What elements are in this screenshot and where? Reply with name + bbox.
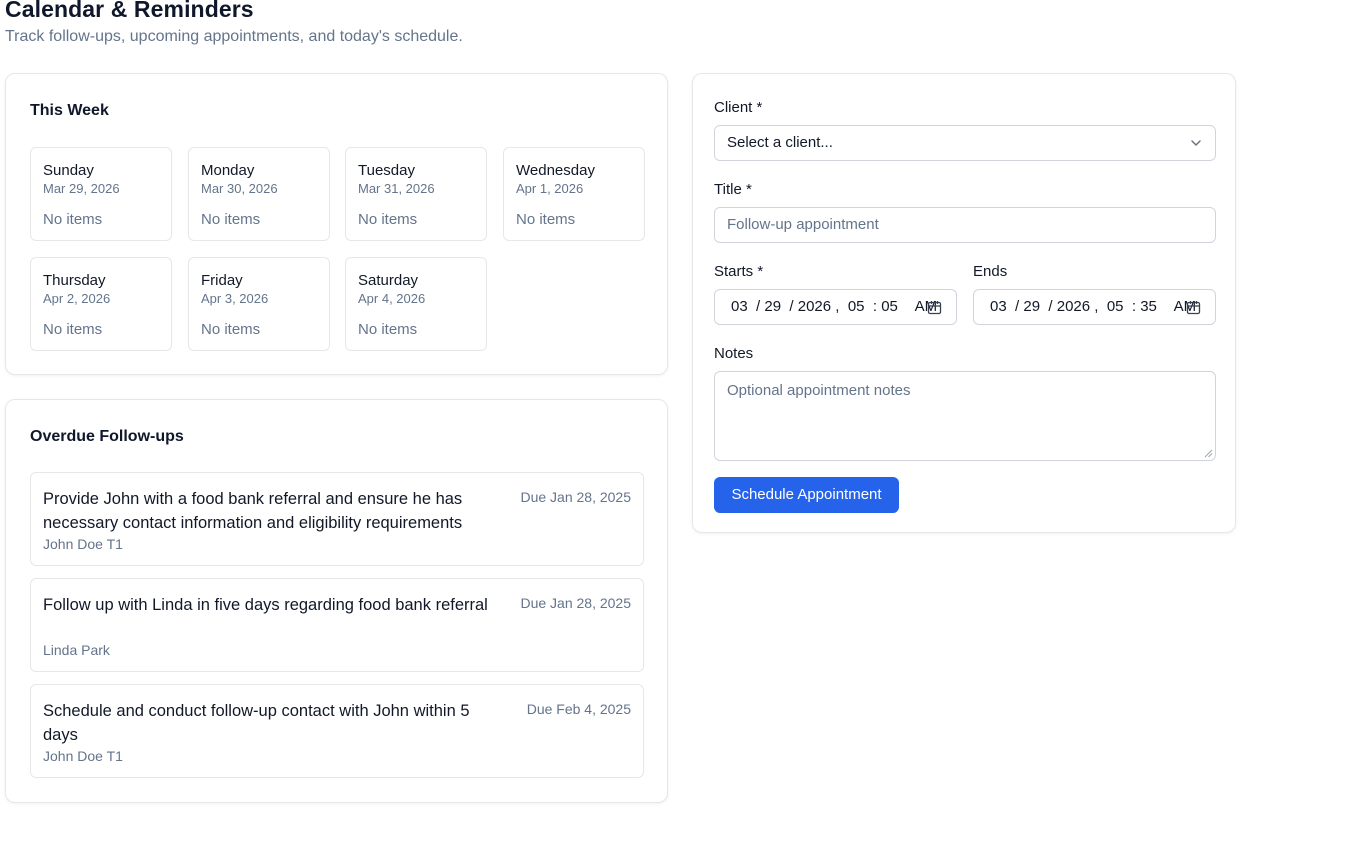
day-name: Wednesday (516, 162, 595, 179)
day-cell-monday[interactable]: Monday Mar 30, 2026 No items (188, 147, 330, 241)
this-week-title: This Week (30, 102, 109, 119)
page-title: Calendar & Reminders (5, 0, 254, 22)
appointment-form-card: Client * Select a client... Title * Foll… (692, 73, 1236, 533)
day-name: Saturday (358, 272, 419, 289)
starts-datetime-input[interactable]: 03 / 29 / 2026 , 05 : 05 AM (714, 289, 957, 325)
day-empty-text: No items (516, 211, 576, 228)
day-empty-text: No items (43, 211, 103, 228)
followup-item[interactable]: Schedule and conduct follow-up contact w… (30, 684, 644, 778)
followup-due-date: Due Jan 28, 2025 (520, 489, 631, 505)
starts-month: 03 (731, 298, 748, 315)
notes-placeholder: Optional appointment notes (727, 382, 911, 399)
day-cell-friday[interactable]: Friday Apr 3, 2026 No items (188, 257, 330, 351)
client-select[interactable]: Select a client... (714, 125, 1216, 161)
title-placeholder: Follow-up appointment (727, 216, 879, 233)
day-empty-text: No items (201, 321, 261, 338)
starts-year: 2026 (797, 298, 832, 315)
followup-item[interactable]: Follow up with Linda in five days regard… (30, 578, 644, 672)
page-subtitle: Track follow-ups, upcoming appointments,… (5, 28, 463, 45)
day-date: Mar 31, 2026 (358, 181, 435, 196)
starts-label: Starts * (714, 263, 764, 280)
page-header: Calendar & Reminders Track follow-ups, u… (5, 0, 463, 47)
starts-hour: 05 (847, 298, 865, 315)
schedule-appointment-button[interactable]: Schedule Appointment (714, 477, 899, 513)
followup-title: Provide John with a food bank referral a… (43, 490, 463, 532)
day-cell-saturday[interactable]: Saturday Apr 4, 2026 No items (345, 257, 487, 351)
followup-title: Schedule and conduct follow-up contact w… (43, 702, 470, 744)
client-label: Client * (714, 99, 763, 116)
followup-item[interactable]: Provide John with a food bank referral a… (30, 472, 644, 566)
ends-hour: 05 (1106, 298, 1124, 315)
followup-client: John Doe T1 (43, 748, 123, 764)
client-select-value: Select a client... (727, 134, 833, 151)
day-date: Apr 4, 2026 (358, 291, 426, 306)
overdue-title: Overdue Follow-ups (30, 428, 184, 445)
day-date: Apr 2, 2026 (43, 291, 111, 306)
starts-day: 29 (764, 298, 782, 315)
calendar-icon[interactable] (1186, 300, 1201, 315)
day-cell-wednesday[interactable]: Wednesday Apr 1, 2026 No items (503, 147, 645, 241)
followup-title: Follow up with Linda in five days regard… (43, 596, 488, 614)
day-name: Tuesday (358, 162, 415, 179)
ends-year: 2026 (1056, 298, 1091, 315)
followup-due-date: Due Feb 4, 2025 (526, 701, 631, 717)
ends-label: Ends (973, 263, 1008, 280)
day-empty-text: No items (358, 211, 418, 228)
followup-due-date: Due Jan 28, 2025 (520, 595, 631, 611)
day-date: Apr 3, 2026 (201, 291, 269, 306)
notes-textarea[interactable]: Optional appointment notes (714, 371, 1216, 461)
followup-client: John Doe T1 (43, 536, 123, 552)
chevron-down-icon (1191, 140, 1201, 146)
day-date: Mar 30, 2026 (201, 181, 278, 196)
day-name: Sunday (43, 162, 94, 179)
overdue-followups-card: Overdue Follow-ups Provide John with a f… (5, 399, 668, 803)
starts-minute: 05 (881, 298, 898, 315)
day-date: Mar 29, 2026 (43, 181, 120, 196)
day-name: Monday (201, 162, 255, 179)
day-empty-text: No items (43, 321, 103, 338)
this-week-card: This Week Sunday Mar 29, 2026 No items M… (5, 73, 668, 375)
ends-month: 03 (990, 298, 1007, 315)
day-cell-thursday[interactable]: Thursday Apr 2, 2026 No items (30, 257, 172, 351)
resize-handle-icon[interactable] (1204, 449, 1213, 458)
day-name: Friday (201, 272, 243, 289)
day-date: Apr 1, 2026 (516, 181, 584, 196)
ends-datetime-input[interactable]: 03 / 29 / 2026 , 05 : 35 AM (973, 289, 1216, 325)
day-cell-tuesday[interactable]: Tuesday Mar 31, 2026 No items (345, 147, 487, 241)
day-empty-text: No items (201, 211, 261, 228)
title-input[interactable]: Follow-up appointment (714, 207, 1216, 243)
ends-day: 29 (1023, 298, 1041, 315)
followup-client: Linda Park (43, 642, 110, 658)
day-name: Thursday (43, 272, 106, 289)
day-cell-sunday[interactable]: Sunday Mar 29, 2026 No items (30, 147, 172, 241)
day-empty-text: No items (358, 321, 418, 338)
notes-label: Notes (714, 345, 754, 362)
calendar-icon[interactable] (927, 300, 942, 315)
ends-minute: 35 (1140, 298, 1157, 315)
title-label: Title * (714, 181, 752, 198)
